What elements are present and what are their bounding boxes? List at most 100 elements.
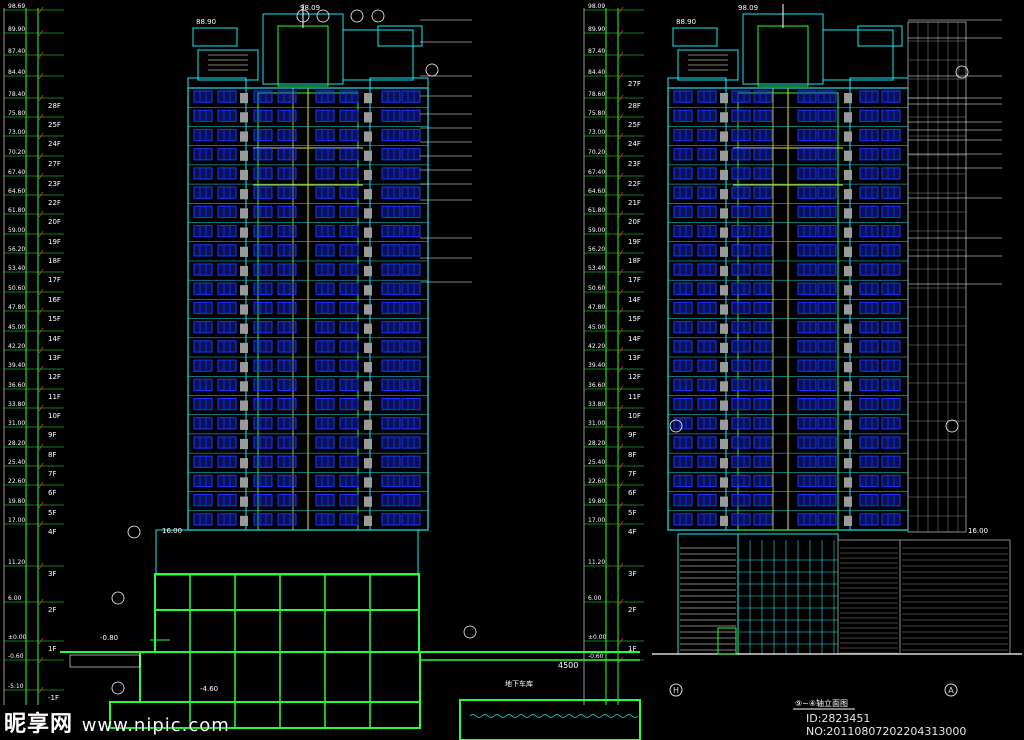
elev-value: 70.20 (588, 149, 605, 156)
ac-unit (364, 419, 372, 430)
window (859, 301, 879, 315)
floor-label: 14F (628, 296, 641, 304)
ac-unit (240, 150, 248, 161)
elev-value: 75.80 (8, 110, 25, 117)
top-elev-label-left: 98.09 (300, 4, 320, 12)
ac-unit (844, 131, 852, 142)
elev-value: 67.40 (8, 169, 25, 176)
window (731, 282, 751, 295)
dim-4500-label: 4500 (558, 661, 578, 670)
window (277, 263, 297, 276)
ac-unit (364, 381, 372, 392)
floor-label: 14F (48, 335, 61, 343)
window (339, 417, 359, 430)
floor-label: 9F (48, 431, 56, 439)
elev-value: 70.20 (8, 149, 25, 156)
window (753, 359, 773, 372)
detail-callout (371, 9, 385, 23)
window (673, 340, 693, 353)
ac-unit (240, 438, 248, 450)
window (339, 436, 359, 449)
elevation-scale-right: 98.09 89.90 87.40 84.40 27F 78.60 28F 75.80 25F 7… (583, 3, 644, 705)
elev-value: 31.00 (8, 420, 25, 427)
window (381, 225, 401, 238)
window (817, 109, 837, 122)
podium-floor (154, 609, 420, 653)
watermark: 昵享网 www.nipic.com (4, 706, 230, 738)
roof-block (377, 25, 423, 47)
elev-value: 84.40 (588, 69, 605, 76)
window (731, 205, 751, 219)
ac-unit (364, 208, 372, 219)
window (381, 455, 401, 468)
window (731, 301, 751, 315)
elev-value: 25.40 (588, 459, 605, 466)
window (193, 109, 213, 122)
drawing-canvas: 98.69 89.90 87.40 84.40 78.40 28F 75.80 25F 73.0… (3, 3, 1022, 740)
window (881, 205, 901, 219)
floor-label: 8F (628, 451, 636, 459)
elev-value: 6.00 (8, 595, 22, 602)
window (381, 321, 401, 334)
podium-floor (154, 573, 420, 611)
window (881, 263, 901, 276)
ac-unit (844, 93, 852, 104)
ac-unit (844, 265, 852, 277)
window (193, 148, 213, 161)
window (217, 494, 237, 507)
window (697, 455, 717, 468)
window (315, 417, 335, 430)
ac-unit (720, 362, 728, 373)
elev-value: 89.90 (588, 26, 605, 33)
ac-unit (364, 515, 372, 526)
window (381, 340, 401, 353)
ac-unit (720, 285, 728, 296)
window (881, 436, 901, 449)
floor-label: 28F (628, 102, 641, 110)
ac-unit (364, 265, 372, 277)
ac-unit (844, 342, 852, 354)
ac-unit (720, 131, 728, 142)
floor-label: 17F (48, 276, 61, 284)
floor-label: 10F (48, 412, 61, 420)
window (253, 148, 273, 161)
ac-unit (364, 285, 372, 296)
ac-unit (240, 112, 248, 123)
window (753, 167, 773, 180)
ac-unit (844, 477, 852, 488)
elev-value: 42.20 (588, 343, 605, 350)
window (217, 205, 237, 219)
window (193, 417, 213, 430)
ac-unit (720, 246, 728, 257)
floor-label: 7F (48, 470, 56, 478)
window (277, 90, 297, 103)
window (381, 417, 401, 430)
window (753, 186, 773, 199)
window (731, 321, 751, 334)
window (753, 436, 773, 449)
floor-label: 3F (628, 570, 636, 578)
window (797, 282, 817, 295)
window (859, 321, 879, 334)
window (381, 378, 401, 391)
window (881, 167, 901, 180)
window (731, 494, 751, 507)
window (731, 513, 751, 526)
window (253, 513, 273, 526)
window (315, 455, 335, 468)
ac-unit (240, 342, 248, 354)
window (381, 474, 401, 488)
window (797, 455, 817, 468)
ac-unit (240, 227, 248, 238)
pool (459, 699, 641, 740)
window (315, 167, 335, 180)
ac-unit (844, 208, 852, 219)
window (315, 148, 335, 161)
window (731, 148, 751, 161)
window (315, 90, 335, 103)
window (697, 378, 717, 391)
basement-elev-label: -4.60 (200, 685, 218, 693)
water-wave (589, 714, 603, 718)
elev-value: -5.10 (8, 683, 24, 690)
window (881, 90, 901, 103)
